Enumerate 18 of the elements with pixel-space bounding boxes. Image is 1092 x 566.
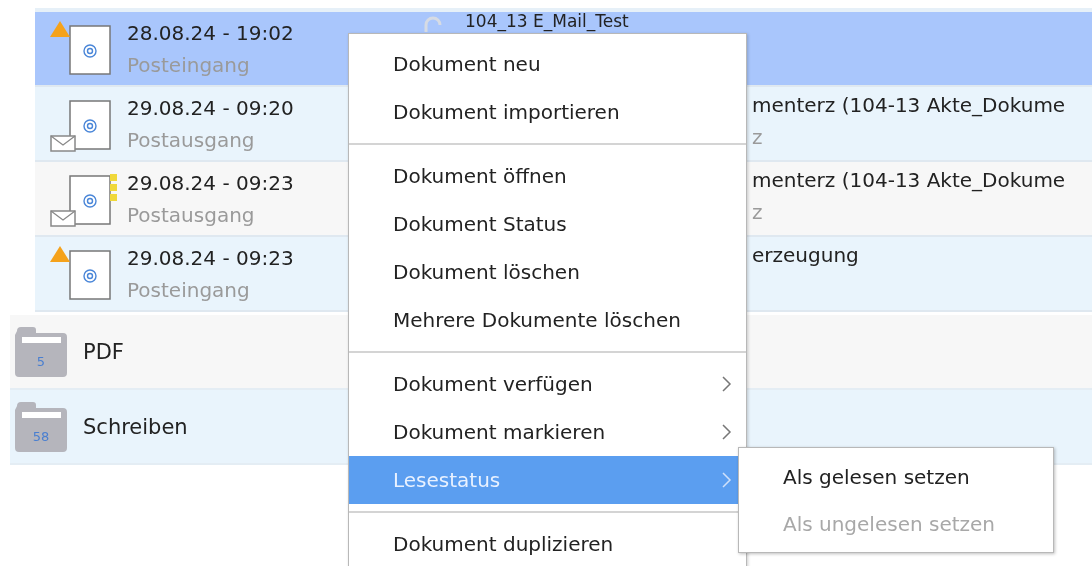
document-subtitle: z xyxy=(752,200,764,224)
document-folder: Posteingang xyxy=(127,52,251,77)
document-date: 29.08.24 - 09:23 xyxy=(127,170,295,195)
document-folder: Postausgang xyxy=(127,127,256,152)
document-title: 104_13 E_Mail_Test xyxy=(465,12,629,31)
document-title: erzeugung xyxy=(752,243,859,267)
document-date: 29.08.24 - 09:20 xyxy=(127,95,295,120)
document-subtitle: z xyxy=(752,125,764,149)
document-title: menterz (104-13 Akte_Dokume xyxy=(752,93,1066,117)
document-title: menterz (104-13 Akte_Dokume xyxy=(752,168,1066,192)
folder-name: Schreiben xyxy=(83,414,188,439)
folder-count: 58 xyxy=(31,428,51,444)
document-date: 29.08.24 - 09:23 xyxy=(127,245,295,270)
document-date: 28.08.24 - 19:02 xyxy=(127,20,295,45)
document-folder: Postausgang xyxy=(127,202,256,227)
folder-count: 5 xyxy=(35,353,47,369)
document-folder: Posteingang xyxy=(127,277,251,302)
folder-name: PDF xyxy=(83,339,124,364)
